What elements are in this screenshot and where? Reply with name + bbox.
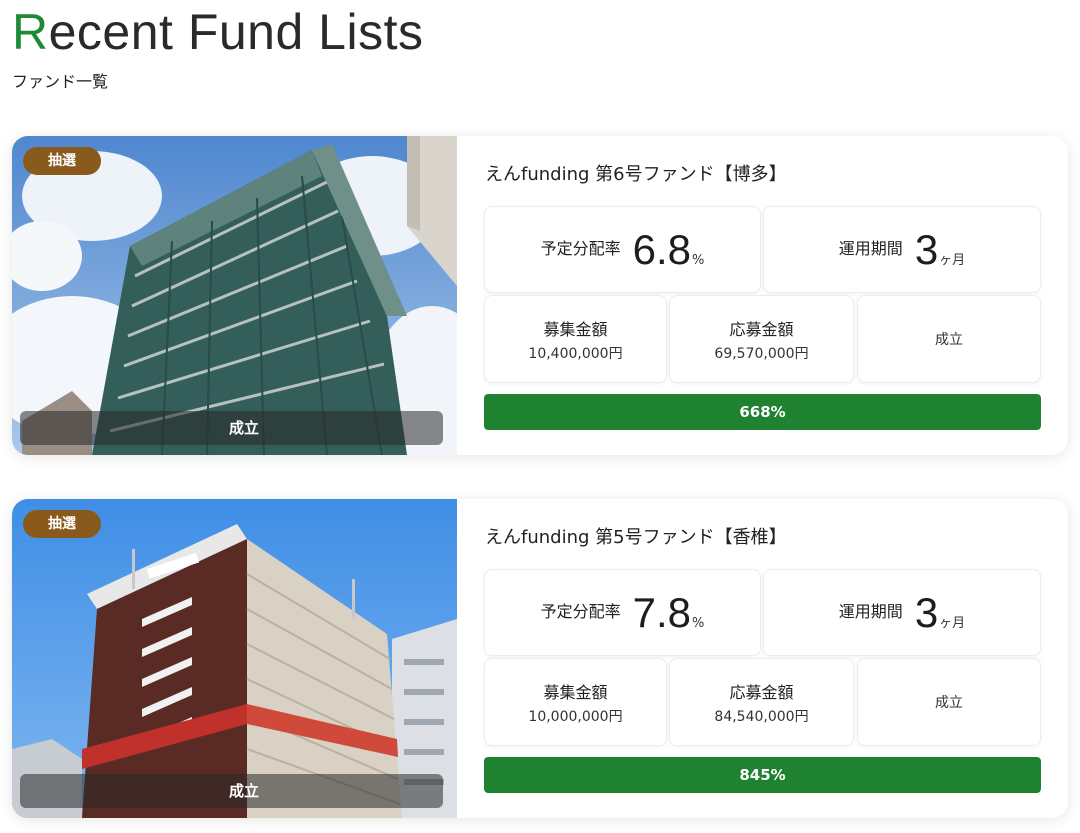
page-heading: Recent Fund Lists ファンド一覧: [12, 2, 423, 92]
fund-status-cell: 成立: [857, 658, 1041, 746]
operation-period-cell: 運用期間 3 ヶ月: [763, 206, 1041, 293]
fund-photo[interactable]: 抽選 成立: [12, 499, 457, 818]
recruitment-amount-cell: 募集金額 10,000,000円: [484, 658, 667, 746]
lottery-badge: 抽選: [23, 147, 101, 175]
progress-percent: 845%: [739, 766, 786, 784]
fund-title[interactable]: えんfunding 第6号ファンド【博多】: [485, 160, 787, 186]
fund-status: 成立: [935, 332, 963, 348]
application-progress-bar: 845%: [484, 757, 1041, 793]
fund-card[interactable]: 抽選 成立 えんfunding 第6号ファンド【博多】 予定分配率 6.8 % …: [12, 136, 1068, 455]
fund-info: えんfunding 第6号ファンド【博多】 予定分配率 6.8 % 運用期間 3…: [457, 136, 1068, 455]
operation-period-value: 3: [914, 588, 939, 636]
page-subtitle: ファンド一覧: [12, 72, 109, 91]
application-amount-label: 応募金額: [729, 319, 794, 339]
operation-period-unit: ヶ月: [939, 252, 966, 268]
fund-info: えんfunding 第5号ファンド【香椎】 予定分配率 7.8 % 運用期間 3…: [457, 499, 1068, 818]
expected-yield-unit: %: [692, 615, 705, 631]
fund-card[interactable]: 抽選 成立 えんfunding 第5号ファンド【香椎】 予定分配率 7.8 % …: [12, 499, 1068, 818]
operation-period-label: 運用期間: [838, 238, 903, 258]
application-amount-cell: 応募金額 69,570,000円: [669, 295, 854, 383]
recruitment-amount-value: 10,000,000円: [528, 708, 623, 725]
expected-yield-value: 6.8: [632, 225, 692, 273]
application-amount-cell: 応募金額 84,540,000円: [669, 658, 854, 746]
expected-yield-cell: 予定分配率 7.8 %: [484, 569, 761, 656]
fund-status-cell: 成立: [857, 295, 1041, 383]
application-amount-value: 84,540,000円: [714, 708, 809, 725]
lottery-badge: 抽選: [23, 510, 101, 538]
recruitment-amount-label: 募集金額: [543, 682, 608, 702]
expected-yield-label: 予定分配率: [540, 238, 621, 258]
recruitment-amount-value: 10,400,000円: [528, 345, 623, 362]
photo-status-band: 成立: [20, 411, 443, 445]
expected-yield-cell: 予定分配率 6.8 %: [484, 206, 761, 293]
operation-period-label: 運用期間: [838, 601, 903, 621]
operation-period-unit: ヶ月: [939, 615, 966, 631]
recruitment-amount-label: 募集金額: [543, 319, 608, 339]
application-progress-bar: 668%: [484, 394, 1041, 430]
operation-period-value: 3: [914, 225, 939, 273]
building-photo-kashii: [12, 499, 457, 818]
photo-status-band: 成立: [20, 774, 443, 808]
building-photo-hakata: [12, 136, 457, 455]
application-amount-label: 応募金額: [729, 682, 794, 702]
operation-period-cell: 運用期間 3 ヶ月: [763, 569, 1041, 656]
expected-yield-value: 7.8: [632, 588, 692, 636]
application-amount-value: 69,570,000円: [714, 345, 809, 362]
page-title-rest: ecent Fund Lists: [48, 4, 424, 60]
expected-yield-unit: %: [692, 252, 705, 268]
fund-status: 成立: [935, 695, 963, 711]
page-title: Recent Fund Lists: [12, 2, 423, 62]
progress-percent: 668%: [739, 403, 786, 421]
fund-title[interactable]: えんfunding 第5号ファンド【香椎】: [485, 523, 787, 549]
expected-yield-label: 予定分配率: [540, 601, 621, 621]
fund-photo[interactable]: 抽選 成立: [12, 136, 457, 455]
page-title-accent-letter: R: [12, 4, 49, 60]
recruitment-amount-cell: 募集金額 10,400,000円: [484, 295, 667, 383]
